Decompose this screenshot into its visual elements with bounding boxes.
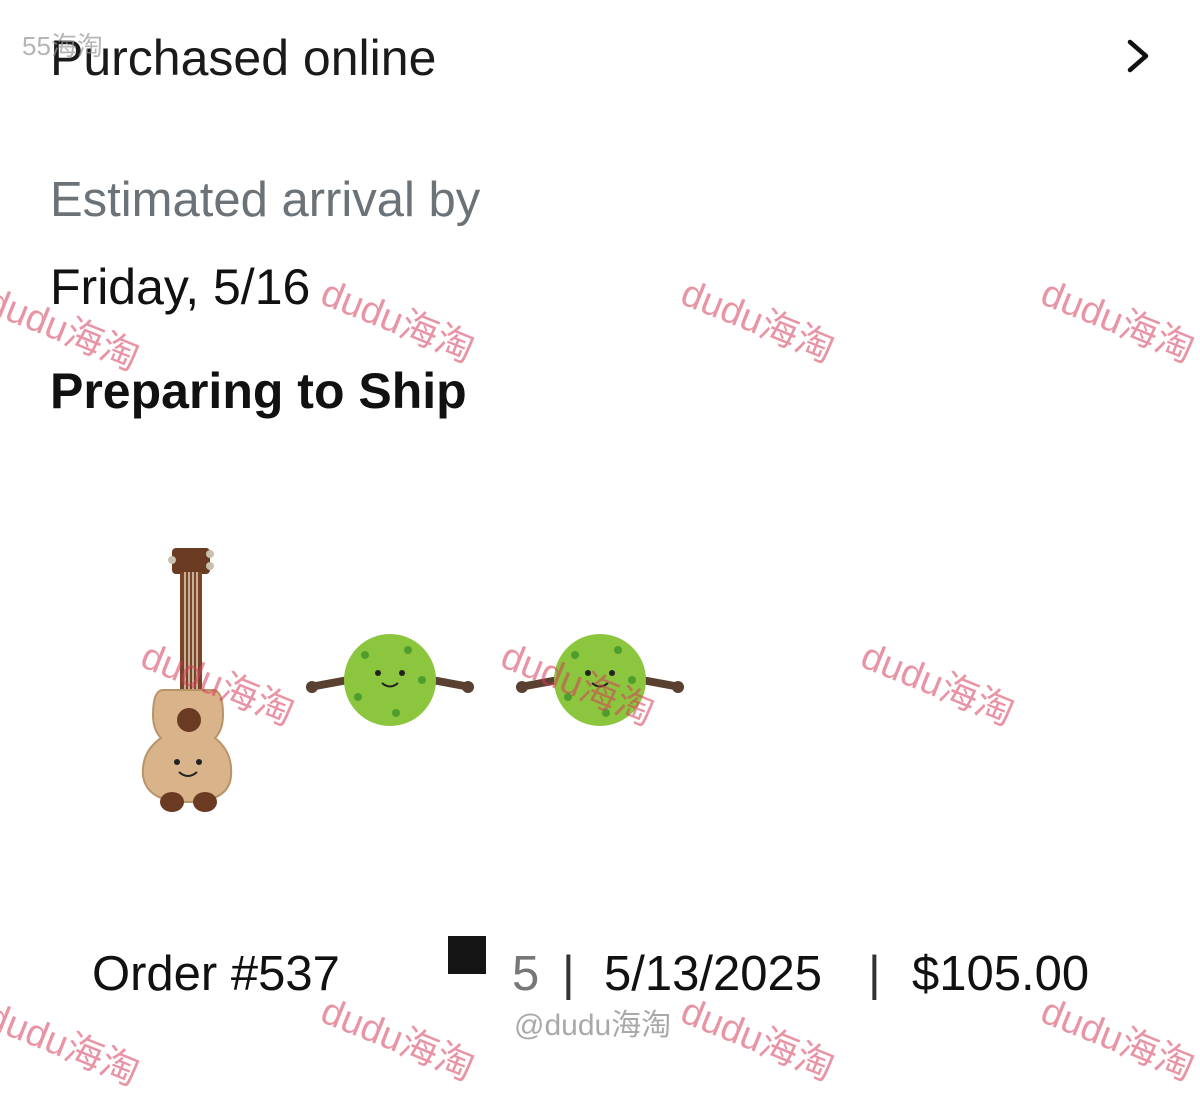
order-number-suffix: 5 xyxy=(512,947,540,1001)
watermark: dudu海淘 xyxy=(1035,272,1200,372)
redaction-mark xyxy=(448,936,486,974)
separator: | xyxy=(868,947,881,1001)
watermark: dudu海淘 xyxy=(675,272,840,372)
order-summary: Order #537 5 | 5/13/2025 | $105.00 xyxy=(92,936,1152,1006)
ukulele-plush-image[interactable] xyxy=(125,540,245,815)
separator: | xyxy=(562,947,575,1001)
corner-watermark: 55海淘 xyxy=(22,31,103,61)
watermark: dudu海淘 xyxy=(855,635,1020,735)
eta-date: Friday, 5/16 xyxy=(50,259,311,315)
order-number: Order #537 xyxy=(92,947,340,1001)
purchased-online-row[interactable]: Purchased online xyxy=(0,0,1200,110)
page-title: Purchased online xyxy=(50,30,437,86)
eta-label: Estimated arrival by xyxy=(50,173,481,227)
order-date: 5/13/2025 xyxy=(604,947,822,1001)
chevron-right-icon[interactable] xyxy=(1124,38,1152,74)
shipment-status: Preparing to Ship xyxy=(50,363,467,419)
order-total: $105.00 xyxy=(912,947,1090,1001)
green-ball-plush-image[interactable] xyxy=(510,625,690,735)
green-ball-plush-image[interactable] xyxy=(300,625,480,735)
credit-watermark: @dudu海淘 xyxy=(514,1009,672,1042)
watermark: dudu海淘 xyxy=(315,272,480,372)
